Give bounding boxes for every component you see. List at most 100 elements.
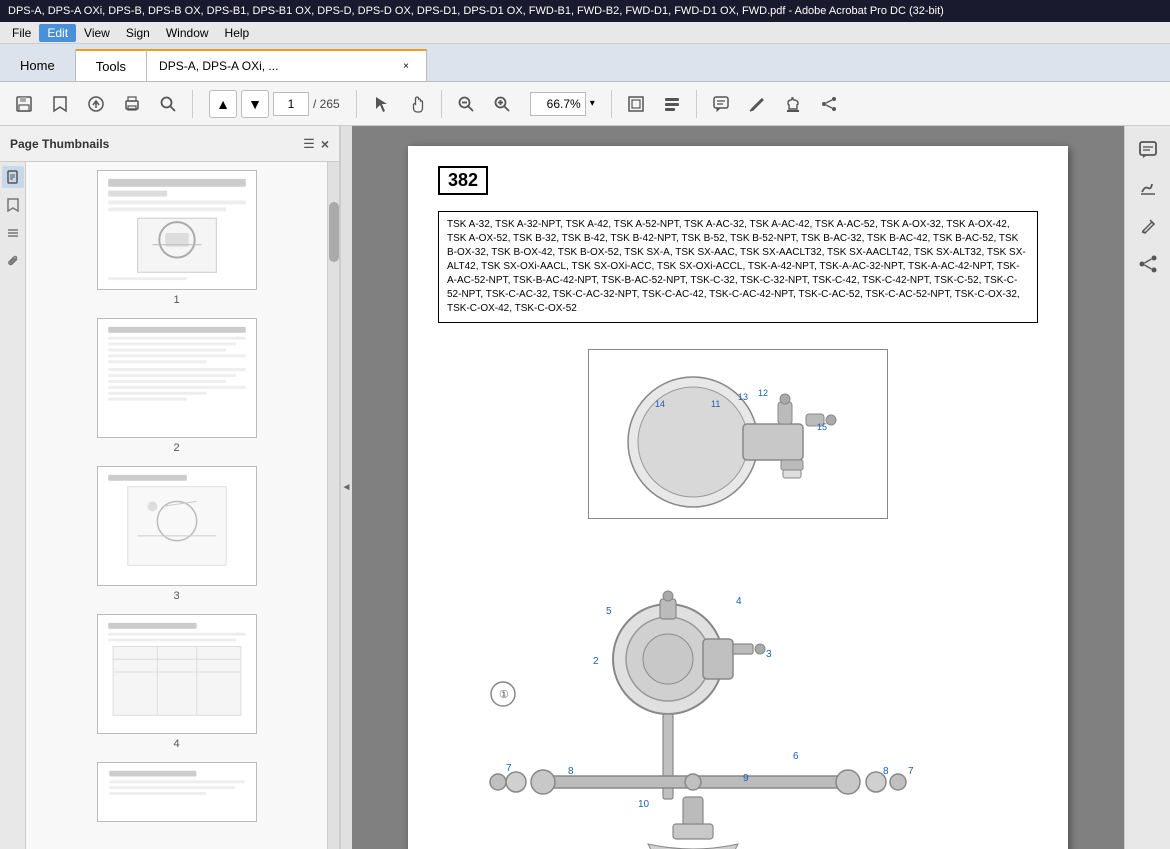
title-bar: DPS-A, DPS-A OXi, DPS-B, DPS-B OX, DPS-B… (0, 0, 1170, 22)
thumbnail-3[interactable]: 3 (97, 466, 257, 602)
svg-text:8: 8 (883, 766, 889, 777)
find-button[interactable] (152, 88, 184, 120)
page-total: / 265 (313, 97, 340, 111)
page-number-display: 382 (438, 166, 488, 195)
left-icons (0, 162, 26, 849)
thumb-label-4: 4 (173, 738, 179, 750)
menu-view[interactable]: View (76, 24, 118, 42)
toolbar-separator-3 (441, 90, 442, 118)
print-button[interactable] (116, 88, 148, 120)
thumb-image-4 (97, 614, 257, 734)
panel-title: Page Thumbnails (10, 137, 109, 151)
zoom-out-button[interactable] (450, 88, 482, 120)
zoom-dropdown-icon[interactable]: ▾ (590, 98, 595, 109)
svg-text:10: 10 (638, 799, 650, 810)
top-diagram: 13 12 14 11 15 (588, 349, 888, 519)
bottom-diagram: ① (438, 539, 1038, 849)
menu-edit[interactable]: Edit (39, 24, 76, 42)
tools-tab[interactable]: Tools (76, 49, 147, 81)
thumbnail-5[interactable] (97, 762, 257, 822)
left-panel: Page Thumbnails ☰ × (0, 126, 340, 849)
thumb-label-1: 1 (173, 294, 179, 306)
svg-text:3: 3 (766, 649, 772, 660)
tab-bar: Home Tools DPS-A, DPS-A OXi, ... × (0, 44, 1170, 82)
thumbnails-panel: 1 (0, 162, 339, 849)
menu-sign[interactable]: Sign (118, 24, 158, 42)
thumbnail-4[interactable]: 4 (97, 614, 257, 750)
menu-help[interactable]: Help (217, 24, 258, 42)
fit-page-button[interactable] (620, 88, 652, 120)
svg-text:①: ① (499, 689, 509, 701)
thumb-label-3: 3 (173, 590, 179, 602)
svg-text:9: 9 (743, 773, 749, 784)
scroll-mode-button[interactable] (656, 88, 688, 120)
attachments-panel-icon[interactable] (2, 250, 24, 272)
bookmark-button[interactable] (44, 88, 76, 120)
svg-text:7: 7 (908, 766, 914, 777)
stamp-button[interactable] (777, 88, 809, 120)
svg-text:11: 11 (711, 399, 720, 409)
page-down-button[interactable]: ▼ (241, 90, 269, 118)
svg-text:12: 12 (758, 388, 768, 398)
close-panel-button[interactable]: × (321, 136, 329, 152)
menu-window[interactable]: Window (158, 24, 217, 42)
title-text: DPS-A, DPS-A OXi, DPS-B, DPS-B OX, DPS-B… (8, 5, 944, 17)
menu-file[interactable]: File (4, 24, 39, 42)
share-right-icon[interactable] (1132, 248, 1164, 280)
thumb-image-3 (97, 466, 257, 586)
zoom-in-button[interactable] (486, 88, 518, 120)
upload-button[interactable] (80, 88, 112, 120)
panel-header: Page Thumbnails ☰ × (0, 126, 339, 162)
comment-button[interactable] (705, 88, 737, 120)
sku-list: TSK A-32, TSK A-32-NPT, TSK A-42, TSK A-… (438, 211, 1038, 323)
page-number-input[interactable] (273, 92, 309, 116)
thumb-image-2 (97, 318, 257, 438)
svg-text:6: 6 (793, 751, 799, 762)
toolbar-separator-5 (696, 90, 697, 118)
thumbnails-list: 1 (26, 162, 327, 849)
svg-text:7: 7 (506, 763, 512, 774)
save-button[interactable] (8, 88, 40, 120)
thumb-image-1 (97, 170, 257, 290)
toolbar-separator-2 (356, 90, 357, 118)
panel-menu-icon[interactable]: ☰ (303, 136, 315, 152)
toolbar-separator-4 (611, 90, 612, 118)
svg-text:4: 4 (736, 596, 742, 607)
svg-text:14: 14 (655, 399, 665, 409)
share-button[interactable] (813, 88, 845, 120)
pages-icon[interactable] (2, 166, 24, 188)
svg-text:8: 8 (568, 766, 574, 777)
thumbnail-1[interactable]: 1 (97, 170, 257, 306)
hand-tool-button[interactable] (401, 88, 433, 120)
toolbar-separator-1 (192, 90, 193, 118)
layers-panel-icon[interactable] (2, 222, 24, 244)
document-tab[interactable]: DPS-A, DPS-A OXi, ... × (147, 49, 427, 81)
zoom-input[interactable] (530, 92, 586, 116)
pdf-area[interactable]: 382 TSK A-32, TSK A-32-NPT, TSK A-42, TS… (352, 126, 1124, 849)
annotate-right-icon[interactable] (1132, 210, 1164, 242)
pdf-page: 382 TSK A-32, TSK A-32-NPT, TSK A-42, TS… (408, 146, 1068, 849)
close-tab-button[interactable]: × (398, 58, 414, 74)
thumbnail-2[interactable]: 2 (97, 318, 257, 454)
cursor-tool-button[interactable] (365, 88, 397, 120)
thumb-image-5 (97, 762, 257, 822)
collapse-panel-handle[interactable]: ◄ (340, 126, 352, 849)
svg-text:13: 13 (738, 392, 748, 402)
annotate-button[interactable] (741, 88, 773, 120)
navigation-area: ▲ ▼ / 265 (209, 90, 340, 118)
menu-bar: File Edit View Sign Window Help (0, 22, 1170, 44)
svg-text:2: 2 (593, 656, 599, 667)
comment-right-icon[interactable] (1132, 134, 1164, 166)
main-area: Page Thumbnails ☰ × (0, 126, 1170, 849)
signature-right-icon[interactable] (1132, 172, 1164, 204)
page-up-button[interactable]: ▲ (209, 90, 237, 118)
thumb-label-2: 2 (173, 442, 179, 454)
right-panel (1124, 126, 1170, 849)
bookmarks-panel-icon[interactable] (2, 194, 24, 216)
zoom-area: ▾ (530, 92, 595, 116)
panel-options: ☰ × (303, 136, 329, 152)
thumbnails-scrollbar[interactable] (327, 162, 339, 849)
home-tab[interactable]: Home (0, 49, 76, 81)
svg-text:5: 5 (606, 606, 612, 617)
scrollbar-thumb[interactable] (329, 202, 339, 262)
